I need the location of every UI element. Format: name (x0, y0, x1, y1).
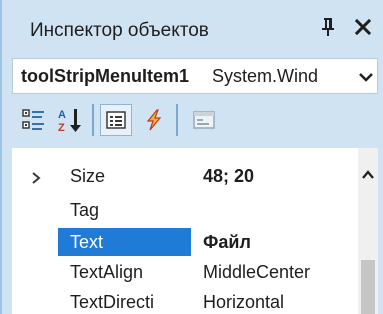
sort-az-icon: A Z (58, 109, 81, 134)
selected-object-type: System.Wind (212, 66, 319, 86)
selected-property-name: Text (58, 228, 191, 256)
properties-button[interactable] (100, 104, 132, 136)
chevron-down-icon[interactable] (357, 69, 375, 85)
pin-button[interactable] (317, 15, 339, 39)
property-name: TextAlign (70, 262, 144, 282)
expand-chevron-icon[interactable] (30, 171, 42, 185)
window-title: Инспектор объектов (30, 20, 209, 41)
property-name: Text (70, 232, 104, 252)
categorized-icon (22, 109, 44, 130)
property-row-textdirection[interactable]: TextDirecti Horizontal (58, 288, 358, 314)
toolbar: A Z (12, 96, 378, 144)
categorized-view-button[interactable] (18, 104, 50, 136)
property-pages-button[interactable] (188, 104, 220, 136)
svg-text:Z: Z (58, 122, 65, 134)
close-button[interactable] (351, 15, 375, 39)
property-value[interactable]: 48; 20 (203, 166, 254, 187)
lightning-icon (146, 109, 162, 131)
svg-text:A: A (58, 109, 66, 121)
property-row-textalign[interactable]: TextAlign MiddleCenter (58, 258, 358, 286)
selected-object-name: toolStripMenuItem1 (21, 66, 190, 86)
title-bar: Инспектор объектов (4, 0, 383, 56)
property-name: Size (70, 166, 106, 186)
property-name: Tag (70, 200, 100, 220)
pin-icon (322, 18, 334, 36)
chevron-up-icon[interactable] (360, 168, 376, 182)
property-name: TextDirecti (70, 292, 155, 312)
toolbar-separator (92, 104, 94, 136)
object-selector[interactable]: toolStripMenuItem1 System.Wind (12, 58, 378, 94)
scrollbar-thumb[interactable] (361, 260, 375, 314)
vertical-scrollbar[interactable] (358, 148, 378, 314)
property-row-size[interactable]: Size 48; 20 (58, 162, 358, 190)
events-button[interactable] (138, 104, 170, 136)
properties-window: Инспектор объектов toolStripMenuItem1 Sy… (0, 0, 383, 314)
property-value[interactable]: Horizontal (203, 292, 284, 313)
properties-icon (106, 111, 126, 129)
property-pages-icon (193, 111, 215, 129)
alphabetical-view-button[interactable]: A Z (54, 104, 86, 136)
property-value[interactable]: Файл (203, 232, 251, 253)
grid-gutter (12, 148, 58, 314)
toolbar-separator (176, 104, 178, 136)
property-row-tag[interactable]: Tag (58, 196, 358, 224)
property-row-text[interactable]: Text Файл (58, 228, 358, 256)
property-value[interactable]: MiddleCenter (203, 262, 310, 283)
close-icon (354, 18, 372, 36)
property-grid: Size 48; 20 Tag Text Файл TextAlign Midd… (12, 148, 378, 314)
